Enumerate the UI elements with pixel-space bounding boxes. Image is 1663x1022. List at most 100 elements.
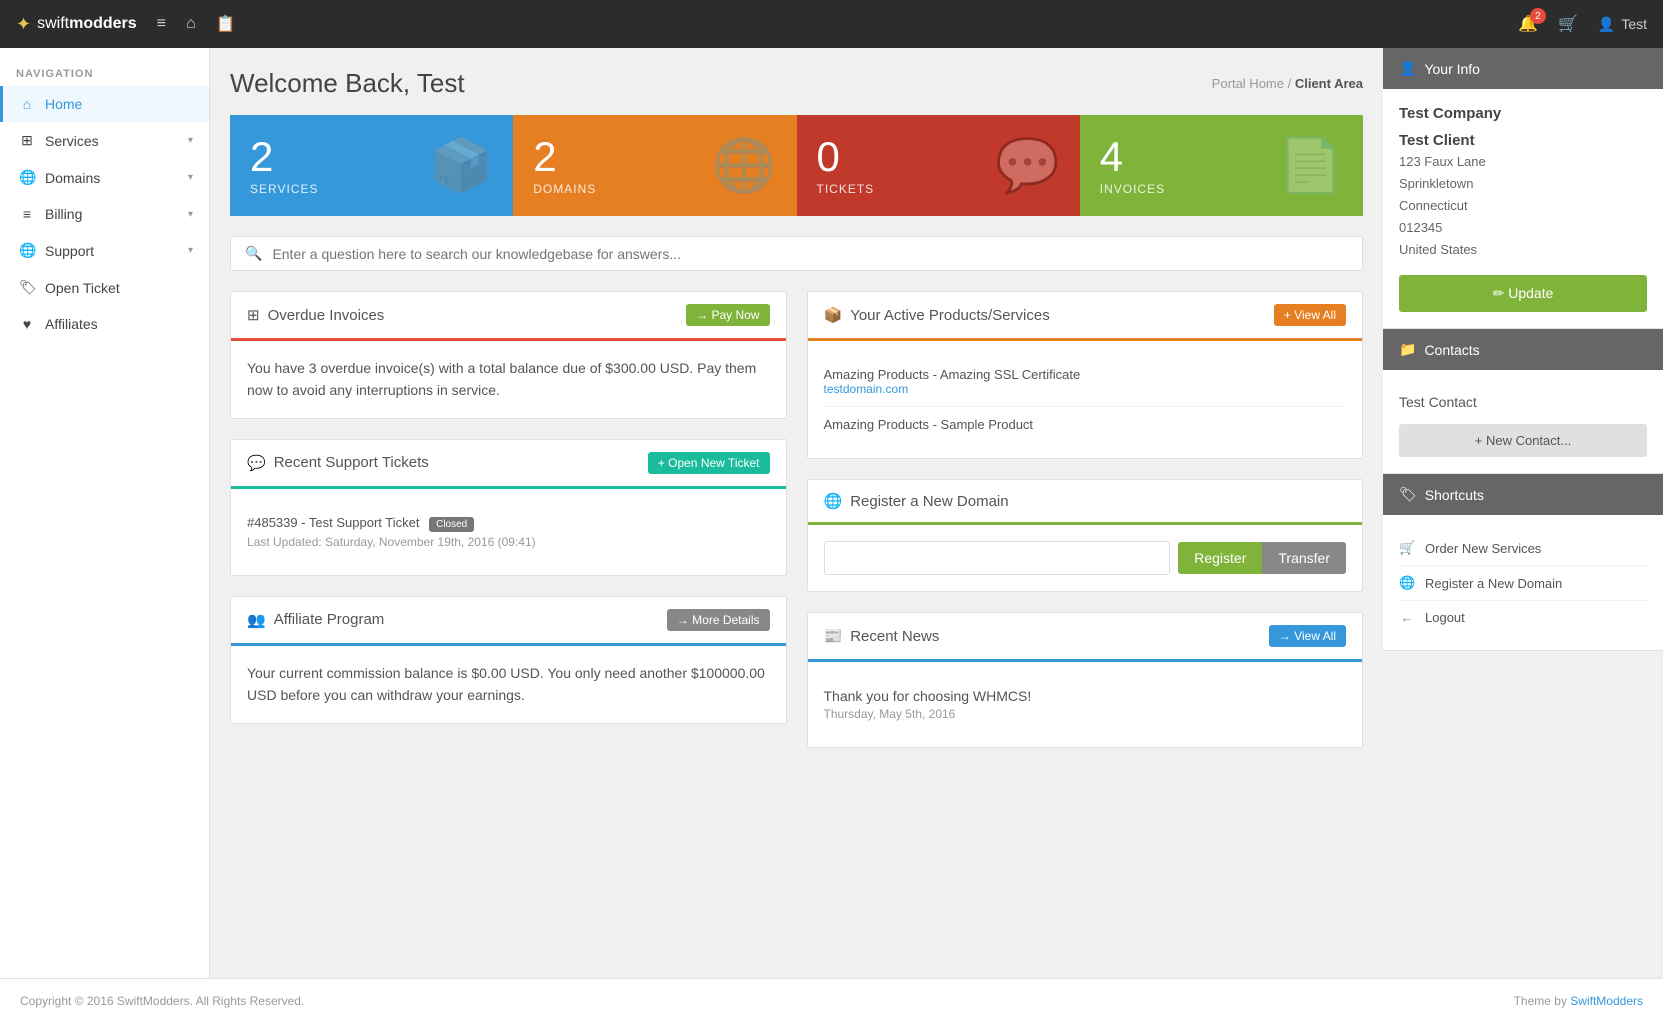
your-info-body: Test Company Test Client 123 Faux Lane S… [1383,89,1663,329]
shortcut-order-services[interactable]: 🛒 Order New Services [1399,531,1647,566]
doc-nav-icon[interactable]: 📋 [216,14,236,34]
domain-search-input[interactable] [824,541,1171,575]
shortcuts-icon: 🏷 [1399,486,1417,503]
shortcut-logout[interactable]: ← Logout [1399,601,1647,634]
open-new-ticket-button[interactable]: + Open New Ticket [648,452,770,474]
view-all-products-button[interactable]: + View All [1274,304,1346,326]
shortcuts-body: 🛒 Order New Services 🌐 Register a New Do… [1383,515,1663,651]
search-bar: 🔍 [230,236,1363,271]
user-menu[interactable]: 👤 Test [1598,16,1647,33]
shortcut-register-domain[interactable]: 🌐 Register a New Domain [1399,566,1647,601]
transfer-button[interactable]: Transfer [1262,542,1346,574]
recent-news-panel: 📰 Recent News → View All Thank you for c… [807,612,1364,748]
theme-link[interactable]: SwiftModders [1570,994,1643,1008]
brand-text: swiftmodders [37,15,137,33]
page-title: Welcome Back, Test [230,68,465,99]
sidebar-item-support[interactable]: 🌐 Support ▾ [0,232,209,269]
open-ticket-sidebar-icon: 🏷 [19,279,35,296]
user-icon: 👤 [1598,16,1615,33]
domain-input-row: Register Transfer [824,541,1347,575]
affiliate-body: Your current commission balance is $0.00… [231,646,786,723]
client-name: Test Client [1399,132,1647,149]
contacts-section: 📁 Contacts Test Contact + New Contact... [1383,329,1663,474]
services-label: SERVICES [250,182,318,196]
your-info-icon: 👤 [1399,60,1416,77]
domains-label: DOMAINS [533,182,596,196]
sidebar-item-billing[interactable]: ≡ Billing ▾ [0,196,209,232]
sidebar-item-open-ticket[interactable]: 🏷 Open Ticket [0,269,209,306]
overdue-invoices-title: ⊞ Overdue Invoices [247,306,384,324]
sidebar-item-services[interactable]: ⊞ Services ▾ [0,122,209,159]
sidebar-affiliates-label: Affiliates [45,316,98,332]
stat-card-tickets[interactable]: 0 TICKETS 💬 [797,115,1080,216]
update-button[interactable]: ✏ Update [1399,275,1647,312]
more-details-button[interactable]: → More Details [667,609,770,631]
logo-icon: ✦ [16,14,31,35]
affiliate-panel: 👥 Affiliate Program → More Details Your … [230,596,787,724]
footer: Copyright © 2016 SwiftModders. All Right… [0,978,1663,1022]
home-nav-icon[interactable]: ⌂ [186,15,196,33]
tickets-card-icon: 💬 [995,135,1060,196]
overdue-invoices-header: ⊞ Overdue Invoices → Pay Now [231,292,786,341]
stat-card-invoices[interactable]: 4 INVOICES 📄 [1080,115,1363,216]
stat-card-domains[interactable]: 2 DOMAINS 🌐 [513,115,796,216]
tickets-label: TICKETS [817,182,875,196]
domains-sidebar-icon: 🌐 [19,169,35,186]
domains-count: 2 [533,136,596,178]
notification-icon[interactable]: 🔔 2 [1518,14,1538,34]
cart-icon[interactable]: 🛒 [1558,14,1578,34]
contacts-icon: 📁 [1399,341,1416,358]
search-input[interactable] [272,246,1348,262]
active-products-icon: 📦 [824,306,843,324]
right-column: 📦 Your Active Products/Services + View A… [807,291,1364,768]
product-name-1: Amazing Products - Amazing SSL Certifica… [824,367,1347,382]
product-domain-1[interactable]: testdomain.com [824,382,1347,396]
news-item-1: Thank you for choosing WHMCS! Thursday, … [824,678,1347,731]
tickets-count: 0 [817,136,875,178]
invoices-card-icon: 📄 [1278,135,1343,196]
services-count: 2 [250,136,318,178]
sidebar-support-label: Support [45,243,94,259]
view-all-news-button[interactable]: → View All [1269,625,1346,647]
sidebar-item-domains[interactable]: 🌐 Domains ▾ [0,159,209,196]
register-button[interactable]: Register [1178,542,1262,574]
recent-news-body: Thank you for choosing WHMCS! Thursday, … [808,662,1363,747]
services-sidebar-icon: ⊞ [19,132,35,149]
new-contact-button[interactable]: + New Contact... [1399,424,1647,457]
invoices-count: 4 [1100,136,1165,178]
ticket-status-badge: Closed [429,517,474,532]
your-info-section: 👤 Your Info Test Company Test Client 123… [1383,48,1663,329]
stat-card-services[interactable]: 2 SERVICES 📦 [230,115,513,216]
news-date-1: Thursday, May 5th, 2016 [824,707,1347,721]
breadcrumb-portal-home[interactable]: Portal Home [1212,76,1284,91]
sidebar-domains-label: Domains [45,170,100,186]
affiliate-text: Your current commission balance is $0.00… [247,662,770,707]
logout-icon: ← [1399,610,1415,625]
pay-now-button[interactable]: → Pay Now [686,304,769,326]
right-sidebar: 👤 Your Info Test Company Test Client 123… [1383,48,1663,978]
search-icon: 🔍 [245,245,262,262]
order-services-icon: 🛒 [1399,540,1415,556]
ticket-title: #485339 - Test Support Ticket Closed [247,515,770,532]
shortcut-logout-label: Logout [1425,610,1465,625]
copyright-text: Copyright © 2016 SwiftModders. All Right… [20,994,304,1008]
sidebar-item-affiliates[interactable]: ♥ Affiliates [0,306,209,342]
register-domain-body: Register Transfer [808,525,1363,591]
register-domain-title: 🌐 Register a New Domain [824,492,1009,510]
notification-badge: 2 [1530,8,1546,24]
main-layout: NAVIGATION ⌂ Home ⊞ Services ▾ 🌐 Domains… [0,48,1663,978]
register-domain-header: 🌐 Register a New Domain [808,480,1363,525]
contact-name: Test Contact [1399,386,1647,418]
menu-icon[interactable]: ≡ [157,15,166,33]
brand: ✦ swiftmodders ≡ ⌂ 📋 [16,14,1518,35]
sidebar-item-home[interactable]: ⌂ Home [0,86,209,122]
ticket-row: #485339 - Test Support Ticket Closed Las… [247,505,770,559]
brand-prefix: swift [37,15,69,32]
overdue-invoices-panel: ⊞ Overdue Invoices → Pay Now You have 3 … [230,291,787,419]
top-navigation: ✦ swiftmodders ≡ ⌂ 📋 🔔 2 🛒 👤 Test [0,0,1663,48]
brand-suffix: modders [69,15,137,32]
recent-news-title: 📰 Recent News [824,627,940,645]
main-content: Welcome Back, Test Portal Home / Client … [210,48,1383,978]
recent-tickets-icon: 💬 [247,454,266,472]
breadcrumb-row: Welcome Back, Test Portal Home / Client … [230,68,1363,99]
